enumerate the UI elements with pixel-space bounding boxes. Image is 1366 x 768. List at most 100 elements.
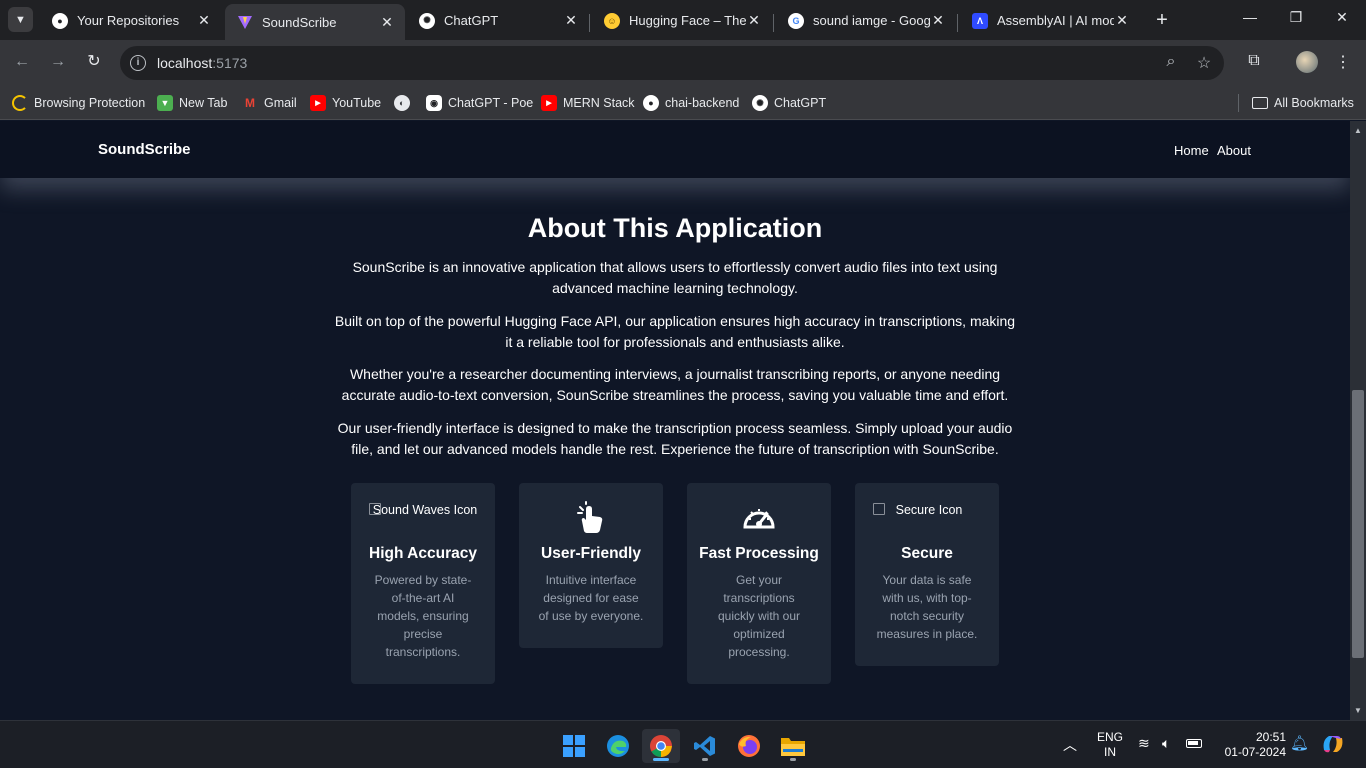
feature-title: User-Friendly: [541, 545, 641, 562]
feature-card-fast-processing: Fast Processing Get your transcriptions …: [687, 483, 831, 684]
speedometer-icon: [687, 501, 831, 541]
bookmark-browsing-protection[interactable]: Browsing Protection: [12, 93, 145, 113]
bookmark-label: All Bookmarks: [1274, 96, 1354, 110]
tab-assemblyai[interactable]: Λ AssemblyAI | AI mode ✕: [960, 5, 1140, 36]
clock-time: 20:51: [1255, 730, 1286, 744]
tab-separator: [957, 14, 958, 32]
poe-icon: ◉: [426, 95, 442, 111]
feature-card-user-friendly: User-Friendly Intuitive interface design…: [519, 483, 663, 648]
nav-home-link[interactable]: Home: [1174, 143, 1209, 158]
profile-avatar[interactable]: [1296, 51, 1318, 73]
clock[interactable]: 20:51 01-07-2024: [1216, 730, 1286, 760]
hand-pointer-icon: [519, 501, 663, 541]
globe-icon: ◐: [394, 95, 410, 111]
nav-about-link[interactable]: About: [1217, 143, 1251, 158]
notification-bell-icon[interactable]: 🔔︎: [1290, 734, 1309, 752]
windows-taskbar: ︿ ENG IN ≋ 🔈︎ 20:51 01-07-2024 🔔︎: [0, 720, 1366, 768]
close-icon[interactable]: ✕: [196, 12, 212, 29]
bookmark-label: YouTube: [332, 96, 382, 110]
openai-icon: ✺: [752, 95, 768, 111]
bookmark-gmail[interactable]: M Gmail: [242, 93, 297, 113]
battery-icon[interactable]: [1186, 737, 1202, 751]
huggingface-icon: ☺: [604, 12, 620, 29]
language-indicator[interactable]: ENG IN: [1094, 730, 1126, 760]
feature-card-high-accuracy: Sound Waves Icon High Accuracy Powered b…: [351, 483, 495, 684]
tab-your-repositories[interactable]: ● Your Repositories ✕: [40, 5, 222, 36]
bookmark-mern-stack[interactable]: ▶ MERN Stack: [541, 93, 635, 113]
menu-kebab-icon[interactable]: ⋮: [1332, 52, 1354, 72]
gmail-icon: M: [242, 95, 258, 111]
close-icon[interactable]: ✕: [379, 14, 395, 31]
github-icon: ●: [52, 12, 68, 29]
zoom-icon[interactable]: ⌕: [1161, 53, 1181, 71]
bookmark-new-tab[interactable]: ▼ New Tab: [157, 93, 227, 113]
bookmark-divider: [1238, 94, 1239, 112]
image-alt-text: Secure Icon: [895, 503, 963, 517]
close-icon[interactable]: ✕: [563, 12, 579, 29]
wifi-icon[interactable]: ≋: [1138, 735, 1150, 752]
bookmark-star-icon[interactable]: ☆: [1194, 53, 1214, 73]
show-hidden-icons-chevron-icon[interactable]: ︿: [1063, 735, 1077, 755]
assemblyai-icon: Λ: [972, 12, 988, 29]
vscode-icon[interactable]: [686, 729, 724, 763]
chrome-icon[interactable]: [642, 729, 680, 763]
tab-google-search[interactable]: G sound iamge - Googl ✕: [776, 5, 956, 36]
firefox-icon[interactable]: [730, 729, 768, 763]
copilot-icon[interactable]: [1320, 732, 1346, 759]
url-host: localhost: [157, 55, 213, 71]
tab-hugging-face[interactable]: ☺ Hugging Face – The A ✕: [592, 5, 772, 36]
feature-description: Your data is safe with us, with top-notc…: [876, 573, 978, 641]
feature-description: Powered by state-of-the-art AI models, e…: [374, 573, 472, 659]
tab-separator: [589, 14, 590, 32]
tab-chatgpt[interactable]: ✺ ChatGPT ✕: [407, 5, 589, 36]
reload-icon[interactable]: ↻: [82, 50, 106, 74]
new-tab-plus-icon[interactable]: +: [1151, 9, 1173, 32]
windows-start-icon[interactable]: [555, 729, 593, 763]
feature-title: High Accuracy: [369, 545, 477, 562]
scroll-down-arrow-icon[interactable]: ▼: [1354, 706, 1362, 715]
youtube-icon: ▶: [310, 95, 326, 111]
close-icon[interactable]: ✕: [746, 12, 762, 29]
bookmark-label: chai-backend: [665, 96, 740, 110]
all-bookmarks-button[interactable]: All Bookmarks: [1252, 93, 1354, 113]
url-port: :5173: [212, 55, 248, 71]
scrollbar-thumb[interactable]: [1352, 390, 1364, 658]
github-icon: ●: [643, 95, 659, 111]
address-bar[interactable]: i localhost:5173 ⌕ ☆: [120, 46, 1224, 80]
feature-title: Secure: [901, 545, 953, 562]
newtab-icon: ▼: [157, 95, 173, 111]
tab-soundscribe[interactable]: SoundScribe ✕: [225, 4, 405, 40]
feature-card-secure: Secure Icon Secure Your data is safe wit…: [855, 483, 999, 666]
bookmark-label: ChatGPT - Poe: [448, 96, 534, 110]
bookmark-youtube[interactable]: ▶ YouTube: [310, 93, 381, 113]
scroll-up-arrow-icon[interactable]: ▲: [1354, 126, 1362, 135]
bookmark-globe[interactable]: ◐: [394, 93, 416, 113]
window-close-icon[interactable]: ✕: [1332, 9, 1352, 26]
close-icon[interactable]: ✕: [1114, 12, 1130, 29]
file-explorer-icon[interactable]: [774, 729, 812, 763]
edge-icon[interactable]: [599, 729, 637, 763]
url-text[interactable]: localhost:5173: [157, 55, 247, 71]
site-info-icon[interactable]: i: [130, 55, 146, 71]
bookmark-chatgpt[interactable]: ✺ ChatGPT: [752, 93, 826, 113]
speaker-icon[interactable]: 🔈︎: [1162, 735, 1170, 752]
close-icon[interactable]: ✕: [930, 12, 946, 29]
clock-date: 01-07-2024: [1224, 745, 1286, 759]
feature-description: Intuitive interface designed for ease of…: [538, 573, 644, 623]
feature-title: Fast Processing: [699, 545, 819, 562]
back-arrow-icon[interactable]: ←: [10, 50, 34, 74]
extensions-puzzle-icon[interactable]: ⧉: [1243, 52, 1265, 70]
site-navbar: SoundScribe Home About: [0, 121, 1350, 178]
minimize-icon[interactable]: —: [1240, 9, 1260, 25]
about-paragraph-4: Our user-friendly interface is designed …: [337, 420, 1013, 457]
bookmark-chatgpt-poe[interactable]: ◉ ChatGPT - Poe: [426, 93, 533, 113]
bookmark-chai-backend[interactable]: ● chai-backend: [643, 93, 739, 113]
forward-arrow-icon[interactable]: →: [46, 50, 70, 74]
site-brand[interactable]: SoundScribe: [98, 141, 191, 158]
bookmark-label: Gmail: [264, 96, 297, 110]
image-alt-text: Sound Waves Icon: [372, 503, 478, 517]
broken-image-icon: [873, 503, 885, 515]
tab-search-button[interactable]: ▼: [8, 7, 33, 32]
about-paragraph-3: Whether you're a researcher documenting …: [341, 366, 1009, 403]
restore-icon[interactable]: ❐: [1286, 9, 1306, 26]
